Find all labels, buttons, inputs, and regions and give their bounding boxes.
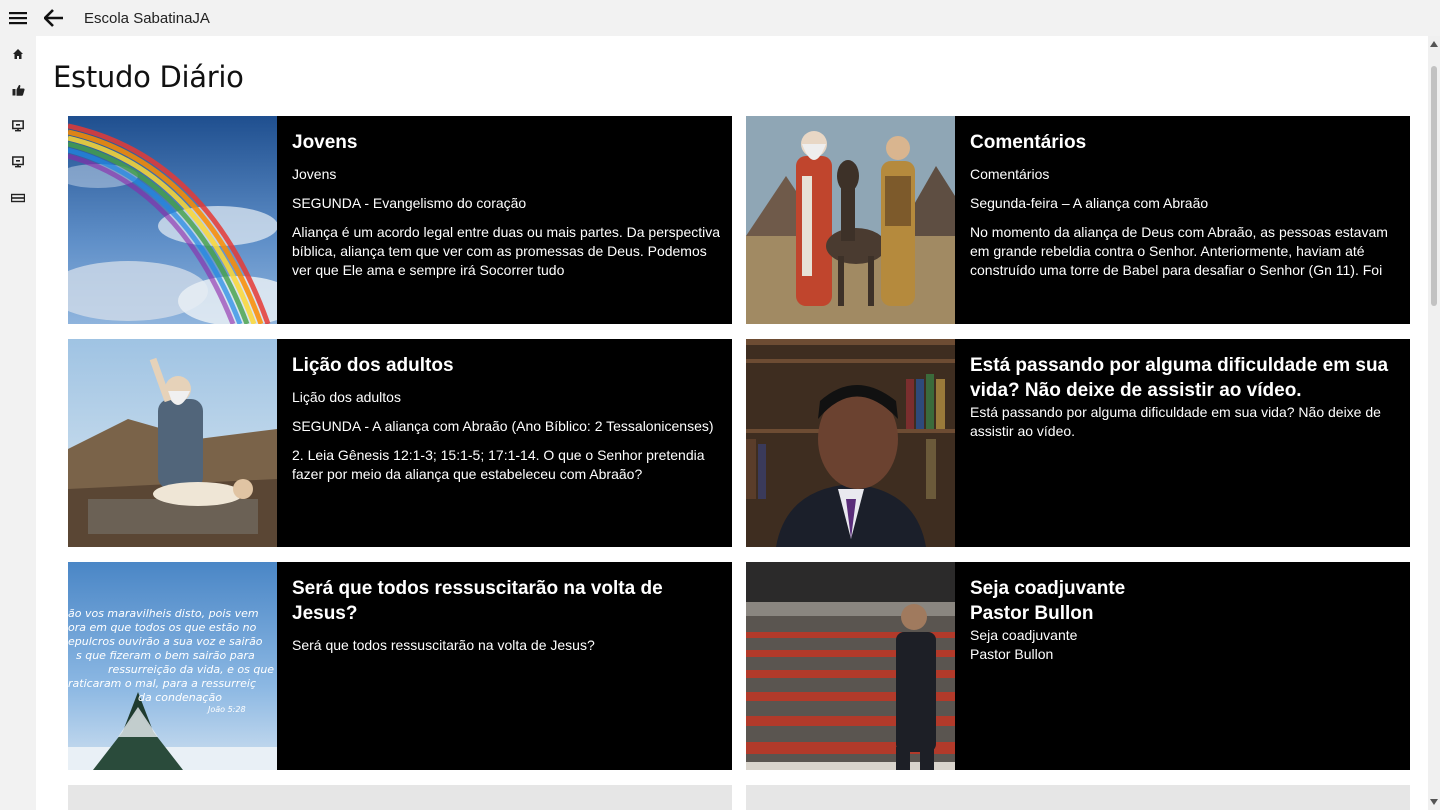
card-title: Será que todos ressuscitarão na volta de… xyxy=(292,578,663,624)
card-category: Lição dos adultos xyxy=(292,389,401,405)
nav-likes[interactable] xyxy=(0,72,36,108)
card-video-dificuldade[interactable]: Está passando por alguma dificuldade em … xyxy=(746,339,1410,547)
card-seja-coadjuvante[interactable]: Seja coadjuvante Pastor Bullon Seja coad… xyxy=(746,562,1410,770)
monitor-icon xyxy=(12,156,24,168)
card-comentarios[interactable]: Comentários Comentários Segunda-feira – … xyxy=(746,116,1410,324)
nav-monitor-1[interactable] xyxy=(0,108,36,144)
title-bar: Escola SabatinaJA xyxy=(0,0,1440,36)
card-placeholder[interactable] xyxy=(68,785,732,810)
scroll-up-button[interactable] xyxy=(1428,38,1440,50)
ticket-icon xyxy=(11,193,25,203)
scroll-down-button[interactable] xyxy=(1428,796,1440,808)
card-subtitle: SEGUNDA - Evangelismo do coração xyxy=(292,195,527,211)
card-licao-adultos[interactable]: Lição dos adultos Lição dos adultos SEGU… xyxy=(68,339,732,547)
card-title: Seja coadjuvante Pastor Bullon xyxy=(970,578,1126,624)
card-text: Lição dos adultos Lição dos adultos SEGU… xyxy=(292,353,720,519)
nav-home[interactable] xyxy=(0,36,36,72)
card-ressurreicao[interactable]: ão vos maravilheis disto, pois vem ora e… xyxy=(68,562,732,770)
menu-icon xyxy=(9,12,27,25)
card-description: Será que todos ressuscitarão na volta de… xyxy=(292,637,595,653)
back-arrow-icon xyxy=(44,9,63,27)
card-title: Lição dos adultos xyxy=(292,355,454,376)
card-title: Comentários xyxy=(970,132,1087,153)
chevron-up-icon xyxy=(1430,41,1438,47)
vertical-scrollbar[interactable] xyxy=(1428,36,1440,810)
card-title: Está passando por alguma dificuldade em … xyxy=(970,355,1389,401)
left-nav xyxy=(0,36,36,810)
speaker-video-image xyxy=(746,339,955,547)
stadium-pastor-image xyxy=(746,562,955,770)
card-thumbnail xyxy=(746,562,955,770)
menu-button[interactable] xyxy=(0,0,36,36)
card-excerpt: Aliança é um acordo legal entre duas ou … xyxy=(292,224,720,278)
nav-ticket[interactable] xyxy=(0,180,36,216)
card-thumbnail: ão vos maravilheis disto, pois vem ora e… xyxy=(68,562,277,770)
verse-overlay-line: da condenação xyxy=(138,691,222,704)
abraham-altar-image xyxy=(68,339,277,547)
scroll-thumb[interactable] xyxy=(1431,66,1437,306)
verse-overlay-line: João 5:28 xyxy=(206,705,246,714)
verse-overlay-line: epulcros ouvirão a sua voz e sairão xyxy=(68,635,263,648)
chevron-down-icon xyxy=(1430,799,1438,805)
card-placeholder[interactable] xyxy=(746,785,1410,810)
card-subtitle: SEGUNDA - A aliança com Abraão (Ano Bíbl… xyxy=(292,418,714,434)
verse-overlay-line: ão vos maravilheis disto, pois vem xyxy=(68,607,259,620)
home-icon xyxy=(13,49,23,59)
page-title: Estudo Diário xyxy=(53,60,244,94)
verse-overlay-line: s que fizeram o bem sairão para xyxy=(76,649,255,662)
card-text: Seja coadjuvante Pastor Bullon Seja coad… xyxy=(970,576,1398,742)
verse-overlay-line: ressurreição da vida, e os que xyxy=(108,663,274,676)
verse-overlay-line: raticaram o mal, para a ressurreiç xyxy=(68,677,256,690)
card-thumbnail xyxy=(746,339,955,547)
verse-overlay-line: ora em que todos os que estão no xyxy=(68,621,257,634)
card-category: Jovens xyxy=(292,166,337,182)
card-text: Está passando por alguma dificuldade em … xyxy=(970,353,1398,519)
content-area: Estudo Diário Jovens Jovens SEGUNDA - Ev… xyxy=(36,36,1428,810)
card-text: Jovens Jovens SEGUNDA - Evangelismo do c… xyxy=(292,130,720,296)
card-text: Comentários Comentários Segunda-feira – … xyxy=(970,130,1398,296)
card-thumbnail xyxy=(746,116,955,324)
card-excerpt: No momento da aliança de Deus com Abraão… xyxy=(970,224,1388,278)
app-title: Escola SabatinaJA xyxy=(84,10,210,27)
back-button[interactable] xyxy=(36,0,72,36)
card-thumbnail xyxy=(68,339,277,547)
bible-verse-image: ão vos maravilheis disto, pois vem ora e… xyxy=(68,562,277,770)
rainbow-image xyxy=(68,116,277,324)
card-description: Seja coadjuvante Pastor Bullon xyxy=(970,627,1078,662)
nav-monitor-2[interactable] xyxy=(0,144,36,180)
biblical-painting-image xyxy=(746,116,955,324)
thumbs-up-icon xyxy=(12,84,25,96)
card-text: Será que todos ressuscitarão na volta de… xyxy=(292,576,720,742)
monitor-icon xyxy=(12,120,24,132)
card-description: Está passando por alguma dificuldade em … xyxy=(970,404,1381,439)
card-subtitle: Segunda-feira – A aliança com Abraão xyxy=(970,195,1209,211)
card-jovens[interactable]: Jovens Jovens SEGUNDA - Evangelismo do c… xyxy=(68,116,732,324)
card-title: Jovens xyxy=(292,132,358,153)
card-thumbnail xyxy=(68,116,277,324)
card-excerpt: 2. Leia Gênesis 12:1-3; 15:1-5; 17:1-14.… xyxy=(292,447,705,482)
card-category: Comentários xyxy=(970,166,1050,182)
